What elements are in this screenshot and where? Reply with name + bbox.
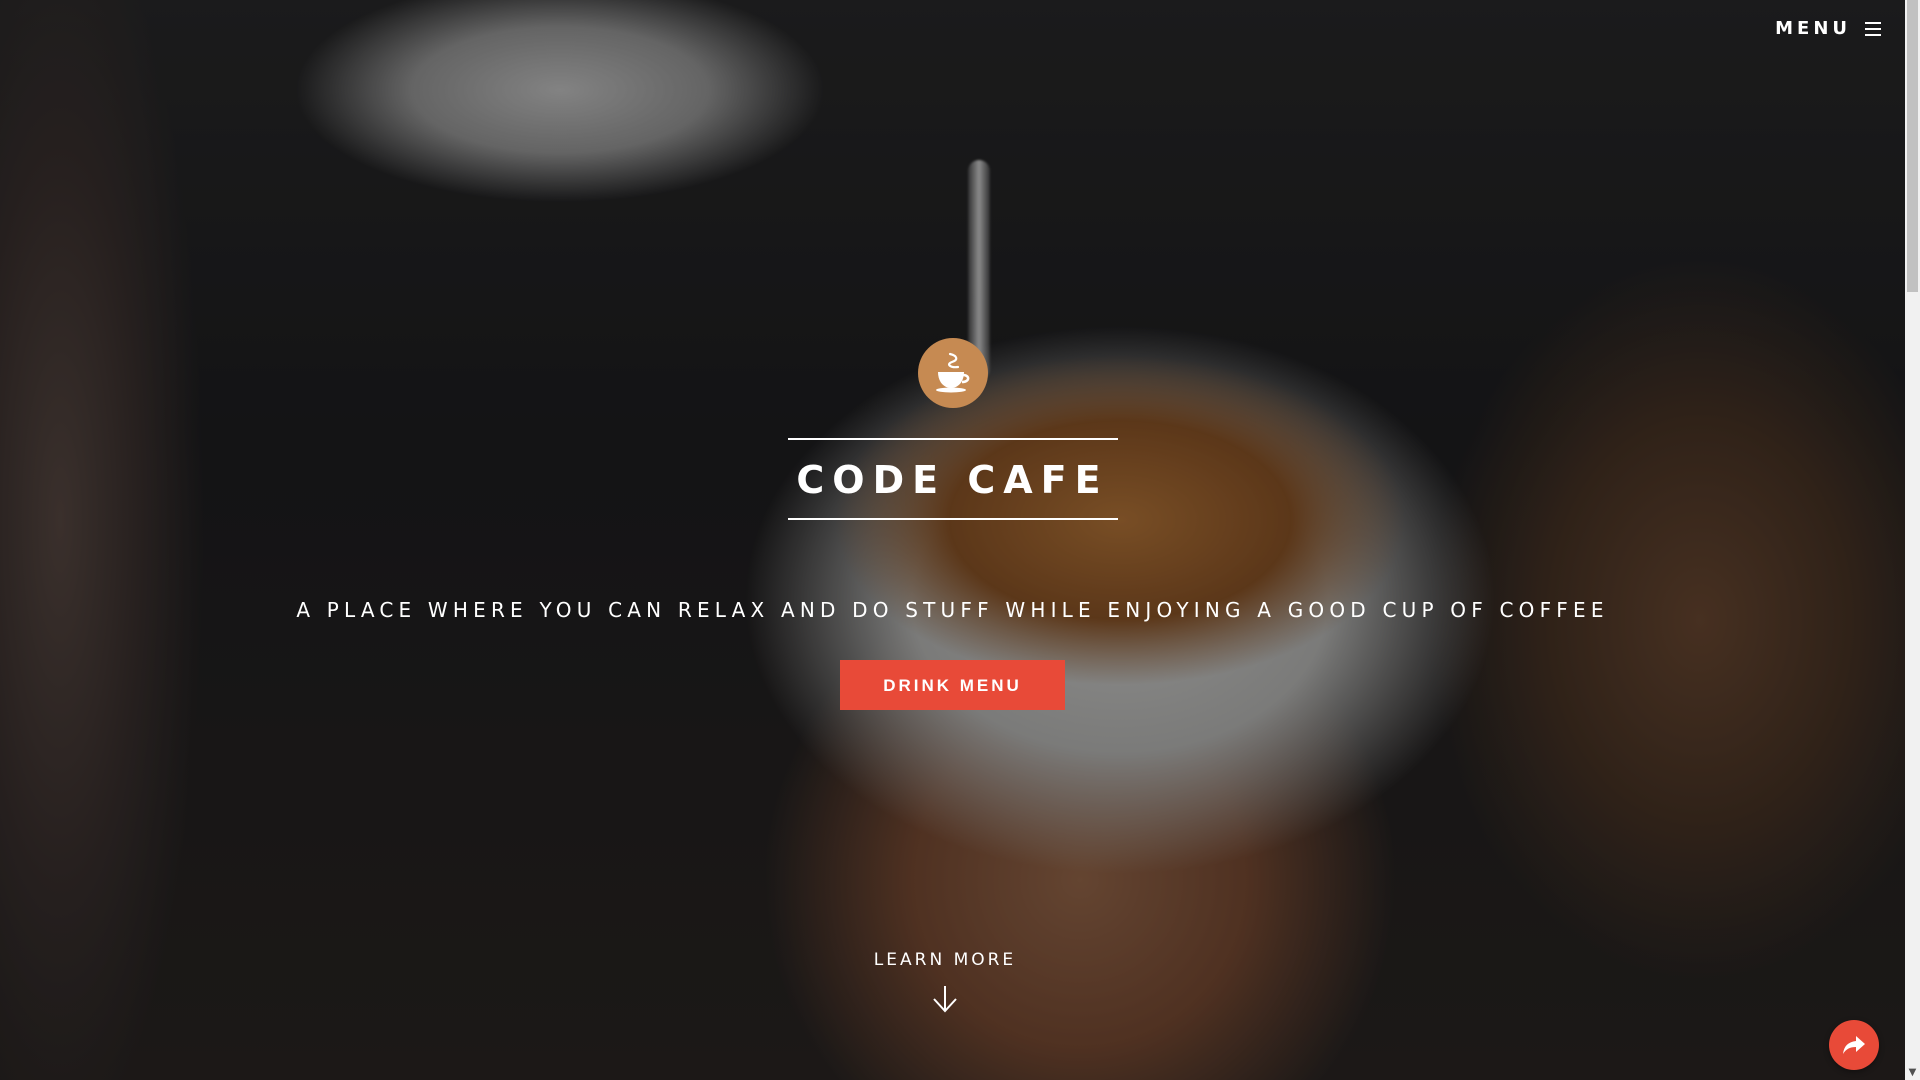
hero-tagline: A PLACE WHERE YOU CAN RELAX AND DO STUFF… — [296, 598, 1609, 622]
menu-label: MENU — [1775, 18, 1851, 39]
menu-button[interactable]: MENU — [1775, 18, 1881, 39]
learn-more-label: LEARN MORE — [873, 950, 1017, 970]
scroll-down-arrow-icon[interactable]: ▼ — [1905, 1065, 1920, 1080]
learn-more-link[interactable]: LEARN MORE — [0, 950, 1890, 1014]
drink-menu-button[interactable]: DRINK MENU — [840, 660, 1065, 710]
share-button[interactable] — [1829, 1020, 1879, 1070]
hero-content: CODE CAFE A PLACE WHERE YOU CAN RELAX AN… — [0, 338, 1905, 710]
coffee-cup-icon — [917, 338, 988, 408]
page-viewport: MENU CODE CAFE A PLACE WHERE YOU CAN REL… — [0, 0, 1905, 1080]
hamburger-icon — [1865, 21, 1881, 36]
share-icon — [1843, 1036, 1865, 1054]
title-block: CODE CAFE — [787, 438, 1118, 520]
scrollbar-thumb[interactable] — [1907, 0, 1918, 292]
arrow-down-icon — [933, 986, 957, 1013]
vertical-scrollbar[interactable]: ▼ — [1905, 0, 1920, 1080]
site-title: CODE CAFE — [796, 458, 1109, 502]
